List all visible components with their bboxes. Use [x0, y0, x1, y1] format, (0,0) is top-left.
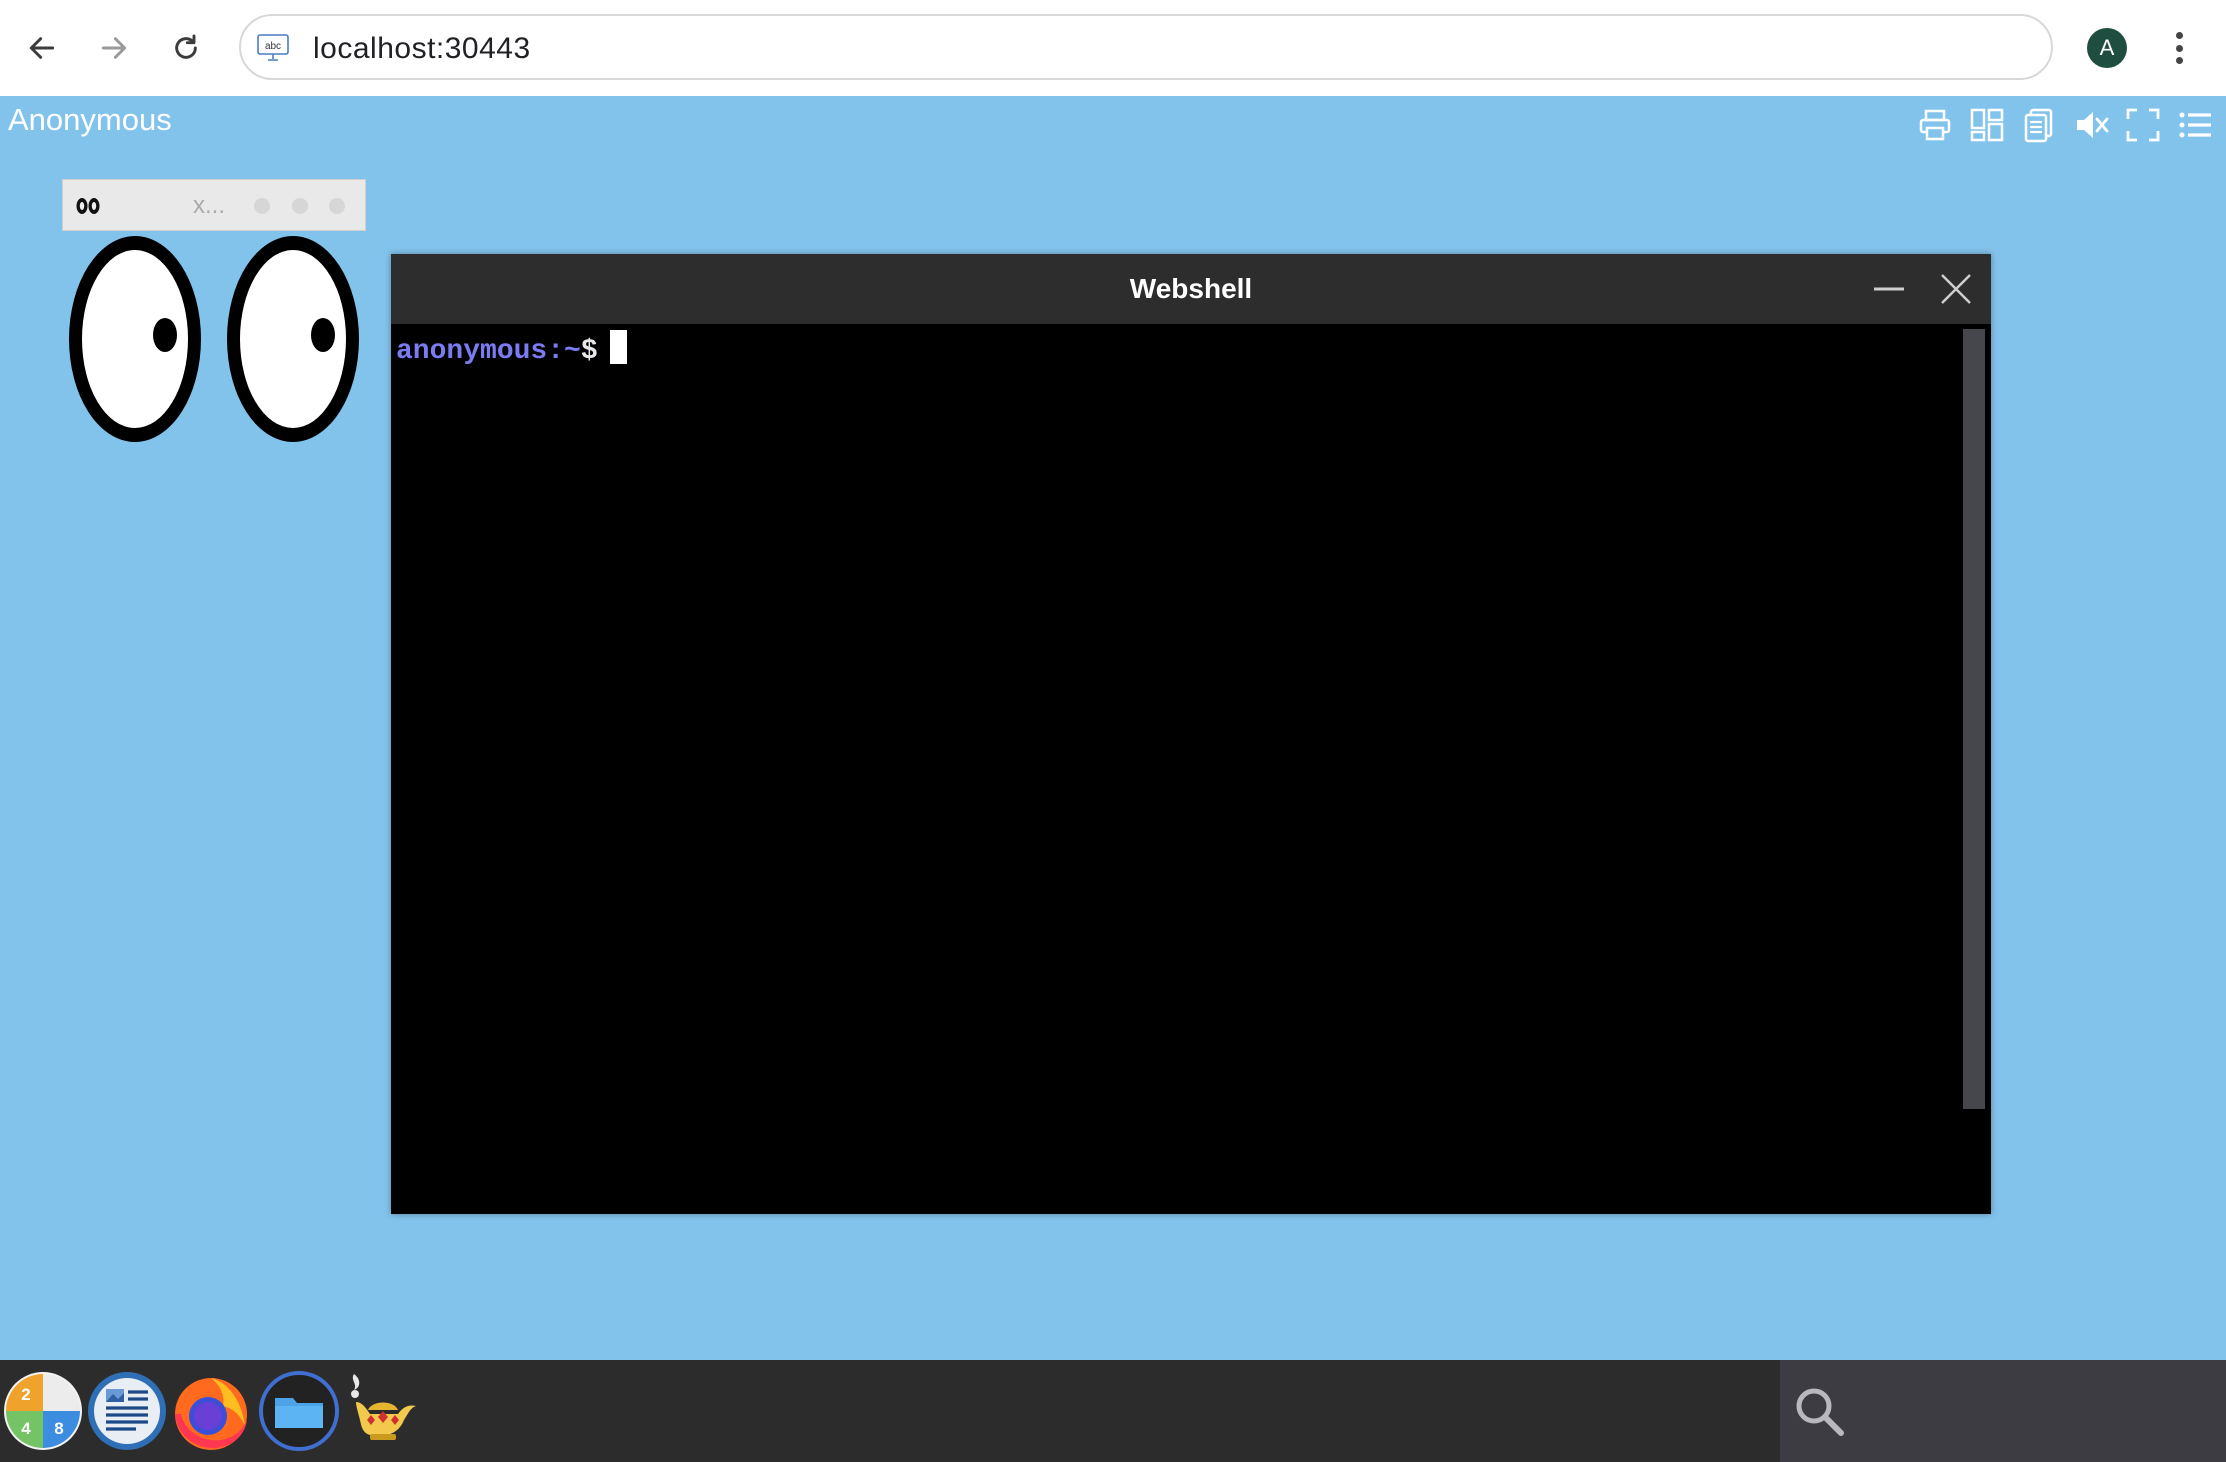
firefox-launcher[interactable]	[170, 1370, 252, 1452]
minimize-dot[interactable]	[254, 198, 270, 214]
minimize-icon[interactable]	[1869, 274, 1909, 304]
printer-icon	[1919, 109, 1951, 141]
menu-dot	[2175, 32, 2183, 39]
taskbar-search[interactable]	[1780, 1360, 2226, 1462]
terminal-cursor	[609, 330, 627, 364]
prompt-user: anonymous	[396, 336, 548, 367]
xeyes-titlebar[interactable]: x...	[62, 179, 366, 231]
prompt-symbol: $	[580, 336, 598, 367]
reload-button[interactable]	[162, 24, 210, 72]
taskbar: 2 4 8	[0, 1360, 2226, 1462]
calc-digit: 2	[21, 1385, 30, 1404]
calc-digit: 8	[54, 1419, 63, 1438]
site-icon-label: abc	[265, 41, 281, 52]
window-title: Webshell	[1129, 273, 1253, 304]
webshell-window[interactable]: Webshell anonymous:~$	[391, 254, 1991, 1214]
browser-menu-button[interactable]	[2166, 26, 2192, 70]
search-icon	[1796, 1388, 1844, 1436]
menu-dot	[2175, 57, 2183, 64]
site-info-icon[interactable]: abc	[257, 34, 289, 62]
print-button[interactable]	[1916, 106, 1954, 144]
clipboard-icon	[2024, 108, 2053, 143]
genie-lamp-launcher[interactable]	[342, 1370, 424, 1452]
arrow-left-icon	[29, 37, 55, 59]
xeyes-eyes	[69, 236, 359, 442]
layout-grid-icon	[1970, 108, 2004, 142]
webshell-titlebar[interactable]: Webshell	[391, 254, 1991, 324]
prompt-path: :~	[547, 336, 581, 367]
url-text[interactable]: localhost:30443	[313, 32, 531, 66]
browser-toolbar: abc localhost:30443 A	[0, 0, 2226, 97]
fullscreen-icon	[2126, 108, 2160, 142]
forward-button[interactable]	[90, 24, 138, 72]
menu-dot	[2175, 44, 2183, 52]
file-manager-launcher[interactable]	[258, 1370, 340, 1452]
document-viewer-icon	[88, 1372, 166, 1450]
profile-avatar[interactable]: A	[2087, 28, 2127, 68]
xeyes-title: x...	[193, 192, 226, 219]
calculator-launcher[interactable]: 2 4 8	[2, 1370, 84, 1452]
calculator-icon: 2 4 8	[4, 1372, 82, 1450]
firefox-icon	[175, 1378, 247, 1450]
mute-button[interactable]	[2072, 106, 2110, 144]
close-dot[interactable]	[329, 198, 345, 214]
arrow-right-icon	[101, 37, 127, 59]
remote-desktop[interactable]: Anonymous x... Webshell anonymous:~$	[0, 96, 2226, 1360]
fullscreen-button[interactable]	[2124, 106, 2162, 144]
terminal-scrollbar[interactable]	[1963, 329, 1985, 1109]
session-toolbar	[1916, 106, 2214, 144]
mute-icon	[2077, 112, 2109, 138]
address-bar[interactable]: abc localhost:30443	[239, 14, 2053, 80]
menu-button[interactable]	[2176, 106, 2214, 144]
back-button[interactable]	[18, 24, 66, 72]
maximize-dot[interactable]	[292, 198, 308, 214]
close-icon[interactable]	[1937, 270, 1975, 308]
file-manager-icon	[259, 1371, 339, 1451]
clipboard-button[interactable]	[2020, 106, 2058, 144]
menu-list-icon	[2179, 112, 2211, 138]
terminal-area[interactable]: anonymous:~$	[391, 324, 1991, 1214]
layout-button[interactable]	[1968, 106, 2006, 144]
calc-digit: 4	[21, 1419, 31, 1438]
prompt-line: anonymous:~$	[396, 330, 627, 367]
xeyes-window[interactable]: x...	[62, 179, 366, 449]
reload-icon	[175, 34, 197, 59]
session-username: Anonymous	[8, 102, 172, 137]
genie-lamp-icon	[351, 1374, 416, 1440]
eyes-icon	[76, 198, 100, 214]
document-viewer-launcher[interactable]	[86, 1370, 168, 1452]
